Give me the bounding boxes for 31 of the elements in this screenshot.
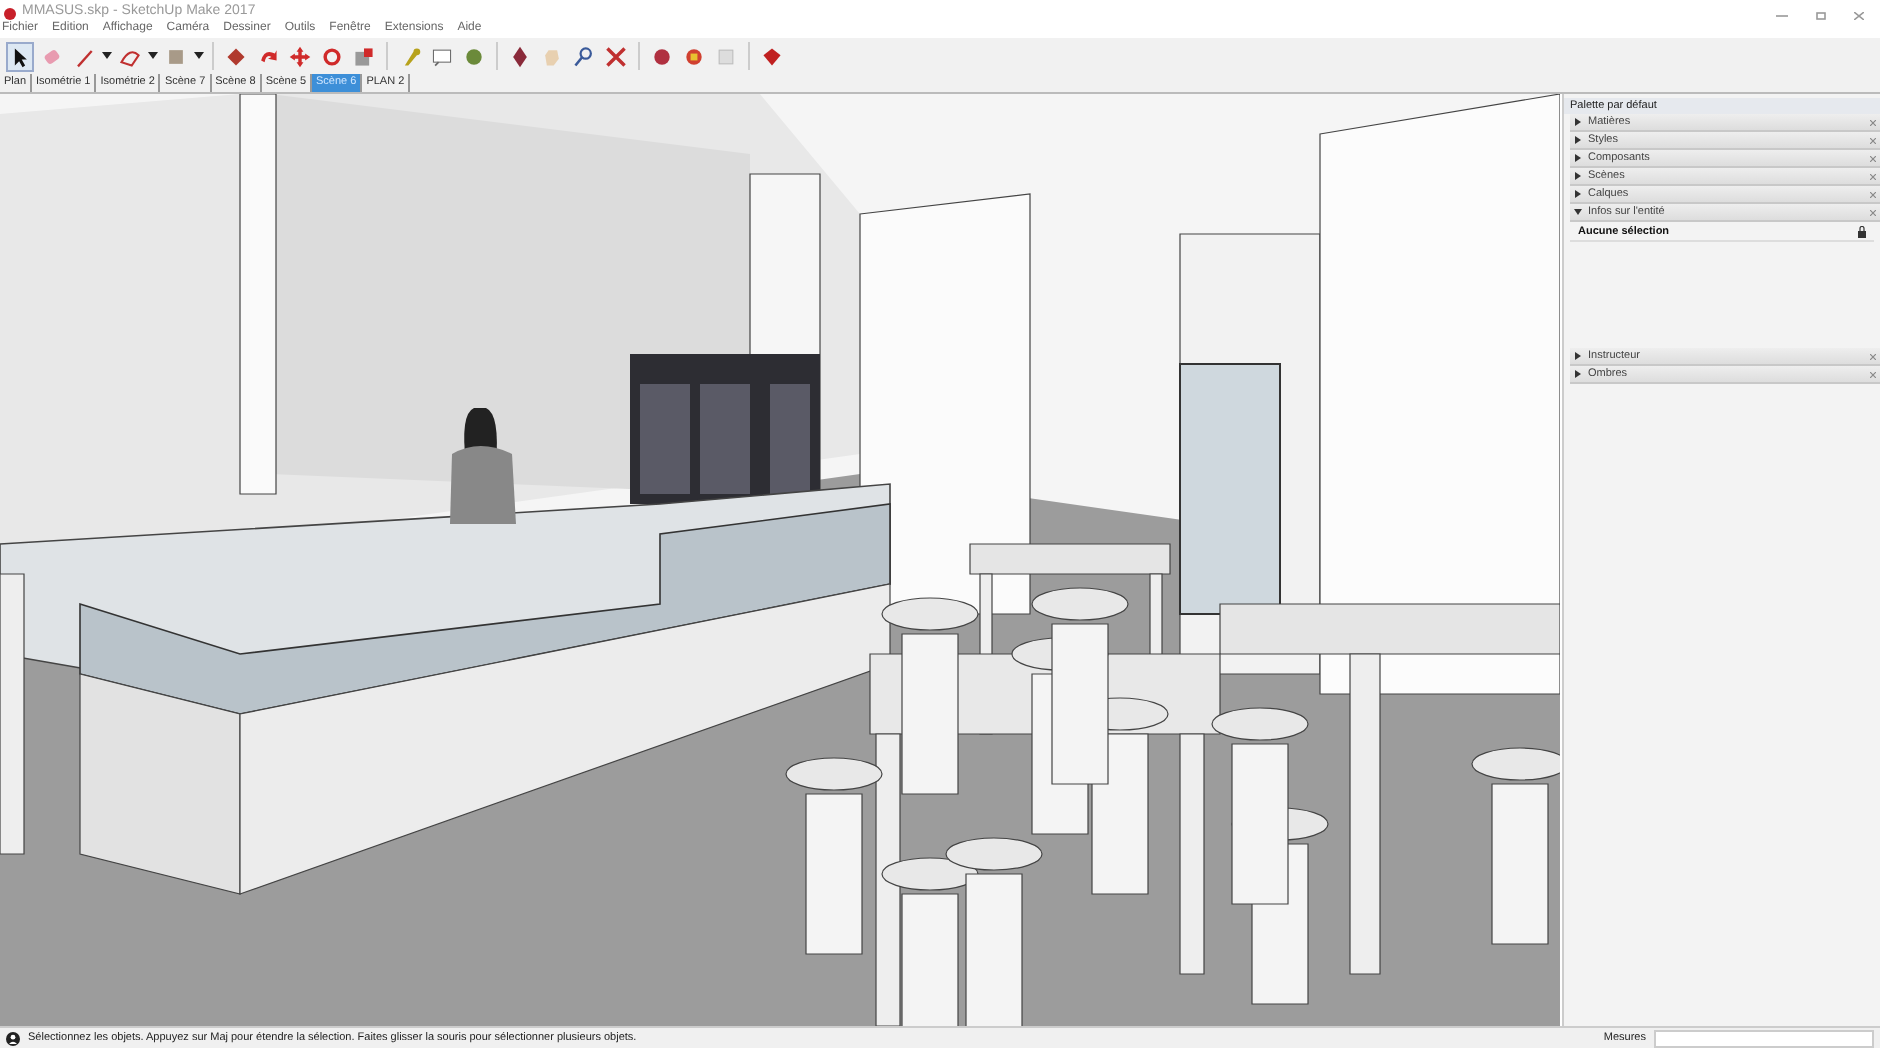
measurements-field[interactable] (1654, 1029, 1874, 1047)
collapsed-triangle-icon (1574, 118, 1582, 126)
close-icon[interactable] (1870, 371, 1876, 377)
close-icon[interactable] (1870, 191, 1876, 197)
collapsed-triangle-icon (1574, 190, 1582, 198)
maximize-icon[interactable] (1816, 12, 1826, 20)
caret-icon[interactable] (194, 52, 204, 60)
close-icon[interactable] (1870, 353, 1876, 359)
close-icon[interactable] (1854, 12, 1864, 20)
text-label-icon (430, 43, 454, 69)
move-arrows-icon (288, 43, 312, 69)
close-icon[interactable] (1870, 155, 1876, 161)
caret-icon[interactable] (148, 52, 158, 60)
close-icon[interactable] (1870, 173, 1876, 179)
caret-icon[interactable] (102, 52, 112, 60)
magnifier-icon (572, 43, 596, 69)
toolbar-button[interactable] (6, 41, 34, 71)
close-icon[interactable] (1870, 119, 1876, 125)
app-logo-icon (4, 8, 16, 20)
collapsed-triangle-icon (1574, 136, 1582, 144)
toolbar-button[interactable] (570, 41, 598, 71)
user-icon (6, 1031, 20, 1045)
minimize-icon[interactable] (1776, 12, 1788, 20)
collapsed-triangle-icon (1574, 370, 1582, 378)
collapsed-triangle-icon (1574, 172, 1582, 180)
close-icon[interactable] (1870, 137, 1876, 143)
collapsed-triangle-icon (1574, 154, 1582, 162)
close-icon[interactable] (1870, 209, 1876, 215)
expanded-triangle-icon (1574, 208, 1582, 216)
lock-icon (1858, 225, 1866, 237)
collapsed-triangle-icon (1574, 352, 1582, 360)
